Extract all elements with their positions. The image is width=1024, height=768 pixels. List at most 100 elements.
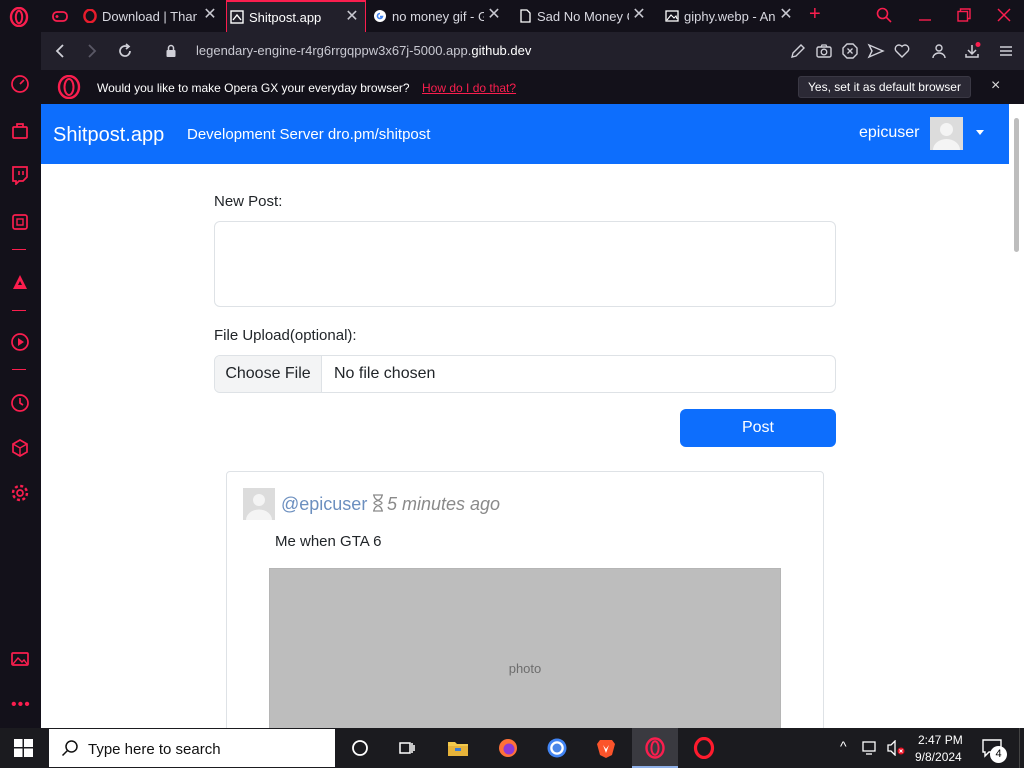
speed-dial-icon[interactable] — [10, 74, 30, 94]
show-desktop-button[interactable] — [1019, 728, 1024, 768]
clock-time[interactable]: 2:47 PM — [918, 733, 963, 747]
twitch-icon[interactable] — [10, 165, 30, 185]
close-tab-icon[interactable]: ✕ — [779, 7, 793, 23]
aria-ai-icon[interactable] — [10, 272, 30, 292]
volume-muted-icon[interactable] — [886, 740, 906, 756]
new-post-label: New Post: — [214, 193, 283, 210]
url-path: legendary-engine-r4rg6rrgqppw3x67j-5000.… — [196, 43, 472, 58]
show-hidden-icons-icon[interactable]: ^ — [840, 738, 847, 754]
shopping-icon[interactable] — [10, 120, 30, 140]
back-icon[interactable] — [50, 41, 70, 61]
gx-control-icon[interactable] — [10, 212, 30, 232]
url-field[interactable]: legendary-engine-r4rg6rrgqppw3x67j-5000.… — [196, 43, 531, 58]
close-window-icon[interactable] — [997, 8, 1011, 22]
default-browser-prompt: Would you like to make Opera GX your eve… — [97, 81, 410, 95]
new-post-textarea[interactable] — [214, 221, 836, 307]
new-tab-icon[interactable]: + — [809, 4, 821, 24]
reload-icon[interactable] — [115, 41, 135, 61]
restore-icon[interactable] — [957, 8, 971, 22]
file-status: No file chosen — [334, 365, 436, 382]
address-bar: legendary-engine-r4rg6rrgqppw3x67j-5000.… — [41, 32, 1024, 70]
opera-sidebar: ••• — [0, 32, 41, 728]
avatar-silhouette-icon — [933, 123, 960, 150]
avatar[interactable] — [930, 117, 963, 150]
clock-date[interactable]: 9/8/2024 — [915, 750, 962, 764]
task-view-icon[interactable] — [396, 737, 418, 759]
tab-label: no money gif - G — [392, 8, 484, 24]
how-to-link[interactable]: How do I do that? — [422, 81, 516, 95]
chrome-icon[interactable] — [546, 737, 568, 759]
tab-label: Sad No Money G — [537, 8, 629, 24]
post-author-link[interactable]: @epicuser — [281, 494, 367, 515]
opera-menu-icon[interactable] — [9, 7, 29, 27]
settings-gear-icon[interactable] — [10, 483, 30, 503]
tab-giphy[interactable]: giphy.webp - An ✕ — [665, 0, 799, 32]
sidebar-more-icon[interactable]: ••• — [11, 696, 31, 714]
choose-file-button[interactable]: Choose File — [215, 356, 322, 392]
file-explorer-icon[interactable] — [447, 737, 469, 759]
avatar-silhouette-icon — [246, 494, 272, 520]
close-tab-icon[interactable]: ✕ — [487, 7, 501, 23]
user-dropdown-caret-icon[interactable] — [976, 130, 984, 135]
tab-label: giphy.webp - An — [684, 8, 776, 24]
tab-no-money-gif[interactable]: no money gif - G ✕ — [373, 0, 507, 32]
page-scrollbar[interactable] — [1009, 104, 1024, 728]
brand-link[interactable]: Shitpost.app — [53, 124, 164, 147]
downloads-icon[interactable] — [963, 42, 981, 60]
snapshot-camera-icon[interactable] — [815, 42, 833, 60]
sidebar-separator — [12, 310, 26, 311]
tab-label: Shitpost.app — [249, 9, 322, 25]
post-card: @epicuser 5 minutes ago Me when GTA 6 ph… — [226, 471, 824, 728]
player-icon[interactable] — [10, 332, 30, 352]
gx-corner-icon[interactable] — [51, 8, 69, 24]
cortana-icon[interactable] — [349, 737, 371, 759]
lock-icon[interactable] — [165, 44, 177, 58]
tab-download[interactable]: Download | Than ✕ — [83, 0, 223, 32]
search-placeholder: Type here to search — [88, 741, 221, 758]
opera-gx-icon[interactable] — [644, 737, 666, 759]
file-upload-label: File Upload(optional): — [214, 327, 357, 344]
brave-icon[interactable] — [595, 737, 617, 759]
file-upload-input[interactable]: Choose File No file chosen — [214, 355, 836, 393]
windows-taskbar: Type here to search ^ 2:47 PM 9/8/2024 4 — [0, 728, 1024, 768]
sidebar-separator — [12, 369, 26, 370]
post-avatar — [243, 488, 275, 520]
easy-setup-menu-icon[interactable] — [997, 42, 1015, 60]
google-icon — [374, 10, 386, 22]
profile-icon[interactable] — [930, 42, 948, 60]
send-icon[interactable] — [867, 42, 885, 60]
tab-shitpost[interactable]: Shitpost.app ✕ — [226, 0, 366, 32]
edit-icon[interactable] — [789, 42, 807, 60]
taskbar-search-box[interactable]: Type here to search — [49, 729, 335, 767]
adblock-icon[interactable] — [841, 42, 859, 60]
page-content: Shitpost.app Development Server dro.pm/s… — [41, 104, 1009, 728]
windows-start-icon[interactable] — [14, 739, 33, 757]
post-button[interactable]: Post — [680, 409, 836, 447]
post-image[interactable]: photo — [269, 568, 781, 728]
search-tabs-icon[interactable] — [876, 7, 892, 23]
close-tab-icon[interactable]: ✕ — [345, 9, 359, 25]
minimize-icon[interactable] — [918, 8, 932, 22]
extensions-icon[interactable] — [10, 438, 30, 458]
url-domain: github.dev — [471, 43, 532, 58]
history-icon[interactable] — [10, 393, 30, 413]
wallpaper-icon[interactable] — [10, 649, 30, 669]
post-text: Me when GTA 6 — [275, 533, 382, 550]
scrollbar-thumb[interactable] — [1014, 118, 1019, 252]
set-default-button[interactable]: Yes, set it as default browser — [798, 76, 971, 98]
user-name[interactable]: epicuser — [859, 124, 919, 142]
tab-sad-no-money[interactable]: Sad No Money G ✕ — [518, 0, 652, 32]
firefox-icon[interactable] — [497, 737, 519, 759]
close-tab-icon[interactable]: ✕ — [203, 7, 217, 23]
opera-icon[interactable] — [693, 737, 715, 759]
heart-icon[interactable] — [893, 42, 911, 60]
network-icon[interactable] — [862, 740, 880, 756]
document-icon — [520, 9, 531, 23]
close-tab-icon[interactable]: ✕ — [632, 7, 646, 23]
post-timestamp: 5 minutes ago — [387, 494, 501, 514]
dev-server-link[interactable]: Development Server dro.pm/shitpost — [187, 126, 430, 143]
opera-icon — [83, 9, 97, 23]
forward-icon[interactable] — [82, 41, 102, 61]
close-icon[interactable]: × — [991, 78, 1000, 94]
page-icon — [230, 10, 244, 24]
